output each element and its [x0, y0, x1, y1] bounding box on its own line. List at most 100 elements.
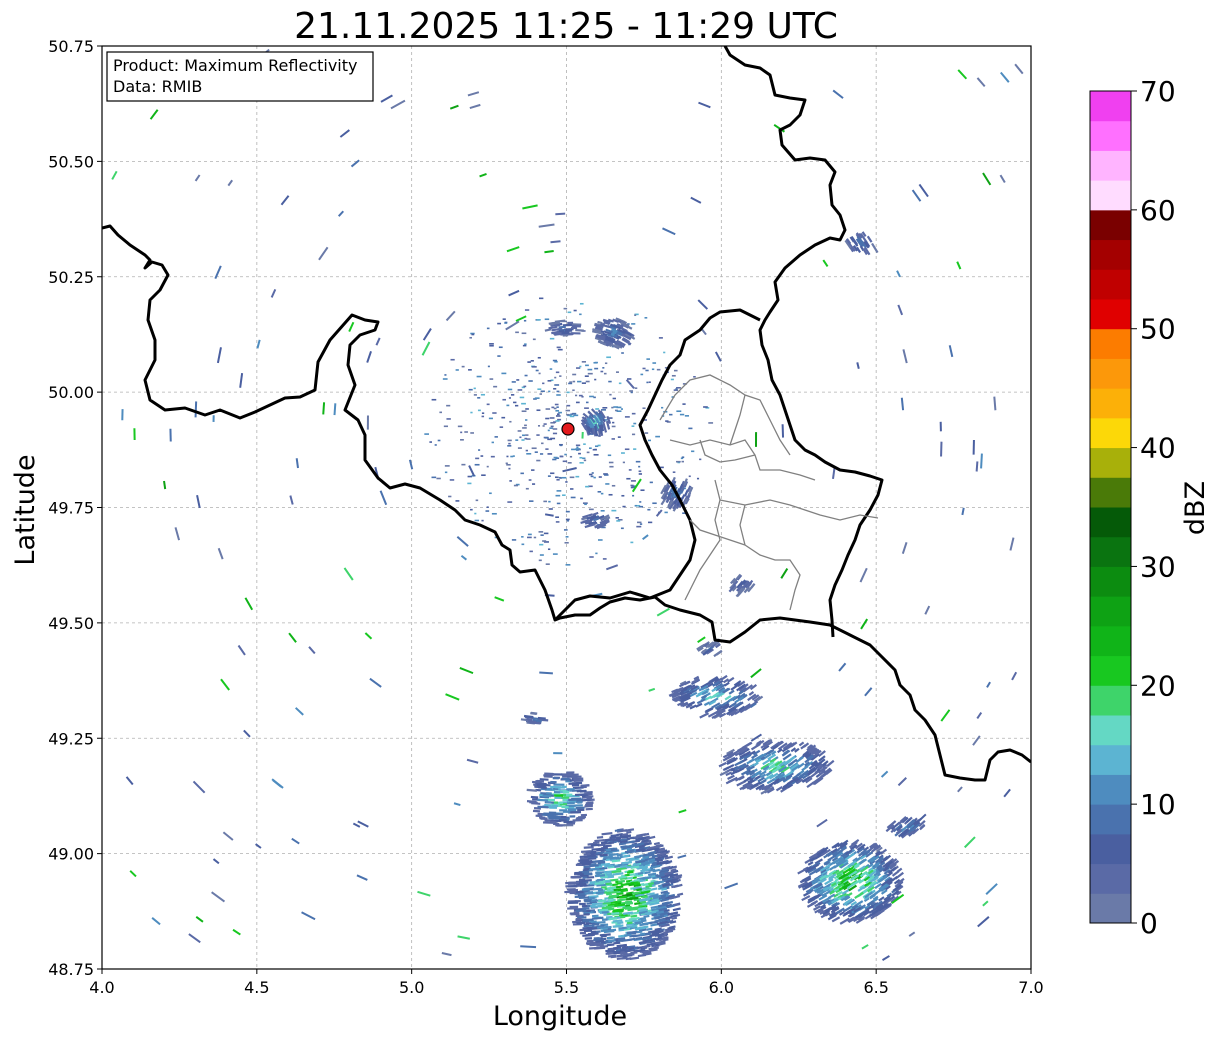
echo-pixel: [622, 505, 626, 508]
echo-pixel: [624, 448, 630, 451]
echo-pixel: [630, 480, 636, 482]
echo-pixel: [581, 431, 584, 439]
echo-pixel: [491, 512, 497, 515]
echo-pixel: [554, 376, 557, 379]
echo-pixel: [542, 382, 545, 385]
echo-pixel: [609, 465, 614, 468]
echo-pixel: [583, 872, 593, 876]
echo-pixel: [507, 439, 512, 442]
echo-pixel: [585, 380, 590, 383]
colorbar-segment: [1090, 507, 1131, 538]
echo-pixel: [542, 794, 552, 798]
echo-pixel: [556, 406, 559, 408]
echo-pixel: [543, 532, 549, 535]
echo-pixel: [534, 397, 540, 399]
colorbar-segment: [1090, 774, 1131, 805]
echo-pixel: [693, 376, 696, 378]
echo-pixel: [508, 442, 511, 445]
echo-pixel: [672, 471, 676, 474]
x-tick-label: 4.0: [89, 978, 114, 997]
echo-pixel: [480, 455, 484, 457]
echo-pixel: [553, 790, 560, 794]
echo-pixel: [515, 439, 519, 441]
echo-pixel: [579, 456, 583, 459]
echo-pixel: [507, 388, 513, 391]
echo-pixel: [605, 483, 610, 485]
echo-pixel: [618, 382, 622, 385]
echo-pixel: [600, 370, 604, 373]
radar-site-marker: [561, 422, 575, 436]
echo-pixel: [552, 432, 558, 435]
echo-pixel: [587, 368, 593, 371]
echo-pixel: [506, 463, 511, 466]
echo-pixel: [542, 425, 545, 427]
echo-pixel: [584, 503, 587, 506]
echo-pixel: [521, 543, 525, 546]
echo-pixel: [566, 391, 570, 394]
echo-pixel: [608, 493, 613, 496]
echo-pixel: [588, 473, 593, 476]
echo-pixel: [584, 899, 592, 903]
echo-pixel: [547, 815, 557, 818]
echo-pixel: [583, 913, 590, 916]
echo-pixel: [612, 421, 615, 424]
echo-pixel: [460, 431, 463, 434]
echo-pixel: [622, 461, 625, 464]
echo-pixel: [543, 500, 548, 503]
echo-pixel: [575, 909, 587, 912]
echo-pixel: [531, 447, 537, 450]
echo-pixel: [569, 815, 576, 818]
echo-pixel: [648, 381, 651, 384]
echo-pixel: [517, 430, 522, 432]
echo-pixel: [563, 529, 568, 531]
echo-pixel: [504, 321, 508, 324]
echo-pixel: [584, 375, 589, 377]
echo-pixel: [536, 434, 540, 436]
echo-pixel: [575, 394, 578, 397]
echo-pixel: [570, 811, 582, 814]
echo-pixel: [652, 362, 657, 364]
echo-pixel: [467, 475, 473, 478]
echo-pixel: [559, 819, 567, 822]
echo-pixel: [581, 888, 590, 891]
echo-pixel: [444, 471, 448, 474]
echo-pixel: [528, 380, 533, 382]
colorbar-segments: [1090, 91, 1131, 924]
echo-pixel: [442, 378, 448, 380]
echo-pixel: [580, 813, 587, 817]
echo-pixel: [679, 413, 685, 416]
echo-pixel: [644, 432, 649, 434]
echo-pixel: [972, 439, 975, 455]
echo-pixel: [532, 483, 536, 485]
x-tick-label: 5.0: [399, 978, 424, 997]
colorbar-segment: [1090, 536, 1131, 567]
echo-pixel: [538, 531, 544, 533]
echo-pixel: [548, 811, 557, 814]
echo-pixel: [658, 337, 663, 339]
echo-pixel: [630, 486, 634, 489]
echo-pixel: [609, 393, 612, 396]
echo-pixel: [508, 467, 511, 470]
echo-pixel: [594, 361, 598, 364]
echo-pixel: [597, 491, 602, 493]
echo-pixel: [646, 381, 649, 384]
echo-pixel: [939, 421, 942, 432]
echo-pixel: [611, 438, 615, 440]
echo-pixel: [520, 472, 524, 475]
echo-pixel: [579, 313, 582, 316]
echo-pixel: [639, 523, 643, 525]
echo-pixel: [640, 489, 645, 492]
colorbar-segment: [1090, 150, 1131, 181]
echo-pixel: [545, 563, 550, 565]
colorbar: 0 10 20 30 40 50 60 70 dBZ: [1089, 75, 1211, 940]
echo-pixel: [565, 510, 570, 513]
echo-pixel: [551, 804, 559, 808]
echo-pixel: [539, 554, 544, 556]
echo-pixel: [548, 390, 551, 393]
echo-pixel: [574, 871, 582, 875]
echo-pixel: [121, 409, 124, 421]
echo-pixel: [461, 463, 466, 466]
y-tick-label: 49.25: [48, 729, 94, 748]
echo-pixel: [556, 346, 561, 349]
echo-pixel: [529, 550, 533, 553]
